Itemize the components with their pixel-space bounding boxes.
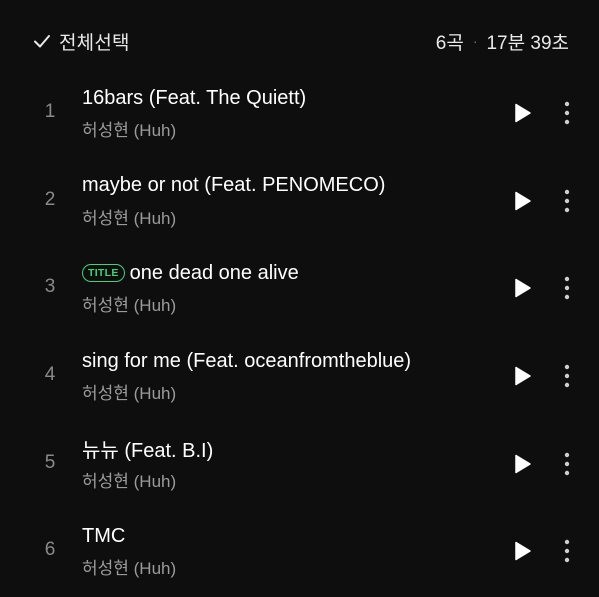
- track-title-row: 16bars (Feat. The Quiett): [82, 84, 482, 112]
- track-info: 뉴뉴 (Feat. B.I) 허성현 (Huh): [82, 435, 482, 492]
- play-icon: [510, 452, 534, 476]
- track-info: sing for me (Feat. oceanfromtheblue) 허성현…: [82, 347, 482, 404]
- track-title[interactable]: 16bars (Feat. The Quiett): [82, 87, 306, 110]
- select-all-button[interactable]: 전체선택: [32, 27, 130, 55]
- more-vertical-icon: [558, 99, 576, 127]
- more-options-button[interactable]: [558, 99, 576, 127]
- track-row[interactable]: 2 maybe or not (Feat. PENOMECO) 허성현 (Huh…: [0, 156, 599, 244]
- play-button[interactable]: [510, 539, 534, 563]
- track-row[interactable]: 5 뉴뉴 (Feat. B.I) 허성현 (Huh): [0, 419, 599, 507]
- track-artist[interactable]: 허성현 (Huh): [82, 116, 482, 141]
- more-vertical-icon: [558, 450, 576, 478]
- play-icon: [510, 101, 534, 125]
- track-artist[interactable]: 허성현 (Huh): [82, 379, 482, 404]
- total-duration: 17분 39초: [486, 32, 569, 54]
- more-vertical-icon: [558, 537, 576, 565]
- track-number: 5: [44, 451, 56, 473]
- play-icon: [510, 539, 534, 563]
- play-button[interactable]: [510, 101, 534, 125]
- track-title[interactable]: maybe or not (Feat. PENOMECO): [82, 174, 385, 197]
- track-number: 4: [44, 364, 56, 386]
- more-options-button[interactable]: [558, 537, 576, 565]
- track-number: 6: [44, 539, 56, 561]
- play-button[interactable]: [510, 452, 534, 476]
- summary-separator: ·: [472, 33, 478, 49]
- track-title[interactable]: 뉴뉴 (Feat. B.I): [82, 434, 213, 463]
- play-button[interactable]: [510, 189, 534, 213]
- track-number: 3: [44, 276, 56, 298]
- track-title-row: 뉴뉴 (Feat. B.I): [82, 435, 482, 463]
- track-artist[interactable]: 허성현 (Huh): [82, 291, 482, 316]
- track-title-row: TITLE one dead one alive: [82, 259, 482, 287]
- album-summary: 6곡 · 17분 39초: [436, 27, 569, 55]
- play-button[interactable]: [510, 364, 534, 388]
- title-track-badge: TITLE: [82, 264, 125, 283]
- more-options-button[interactable]: [558, 187, 576, 215]
- track-title[interactable]: TMC: [82, 525, 125, 548]
- track-info: maybe or not (Feat. PENOMECO) 허성현 (Huh): [82, 172, 482, 229]
- more-vertical-icon: [558, 274, 576, 302]
- play-button[interactable]: [510, 276, 534, 300]
- track-title-row: maybe or not (Feat. PENOMECO): [82, 172, 482, 200]
- more-options-button[interactable]: [558, 450, 576, 478]
- track-artist[interactable]: 허성현 (Huh): [82, 467, 482, 492]
- play-icon: [510, 276, 534, 300]
- track-list: 1 16bars (Feat. The Quiett) 허성현 (Huh) 2 …: [0, 68, 599, 594]
- track-title-row: TMC: [82, 522, 482, 550]
- track-number: 2: [44, 188, 56, 210]
- more-vertical-icon: [558, 362, 576, 390]
- track-title[interactable]: sing for me (Feat. oceanfromtheblue): [82, 350, 411, 373]
- play-icon: [510, 189, 534, 213]
- track-row[interactable]: 6 TMC 허성현 (Huh): [0, 506, 599, 594]
- track-info: 16bars (Feat. The Quiett) 허성현 (Huh): [82, 84, 482, 141]
- track-row[interactable]: 4 sing for me (Feat. oceanfromtheblue) 허…: [0, 331, 599, 419]
- more-vertical-icon: [558, 187, 576, 215]
- track-row[interactable]: 3 TITLE one dead one alive 허성현 (Huh): [0, 243, 599, 331]
- track-number: 1: [44, 101, 56, 122]
- track-artist[interactable]: 허성현 (Huh): [82, 554, 482, 579]
- track-info: TMC 허성현 (Huh): [82, 522, 482, 579]
- track-info: TITLE one dead one alive 허성현 (Huh): [82, 259, 482, 316]
- check-icon: [32, 31, 52, 51]
- track-row[interactable]: 1 16bars (Feat. The Quiett) 허성현 (Huh): [0, 68, 599, 156]
- more-options-button[interactable]: [558, 274, 576, 302]
- track-artist[interactable]: 허성현 (Huh): [82, 204, 482, 229]
- more-options-button[interactable]: [558, 362, 576, 390]
- play-icon: [510, 364, 534, 388]
- select-all-label: 전체선택: [59, 32, 130, 54]
- track-count: 6곡: [435, 32, 464, 54]
- track-title[interactable]: one dead one alive: [130, 262, 299, 285]
- track-title-row: sing for me (Feat. oceanfromtheblue): [82, 347, 482, 375]
